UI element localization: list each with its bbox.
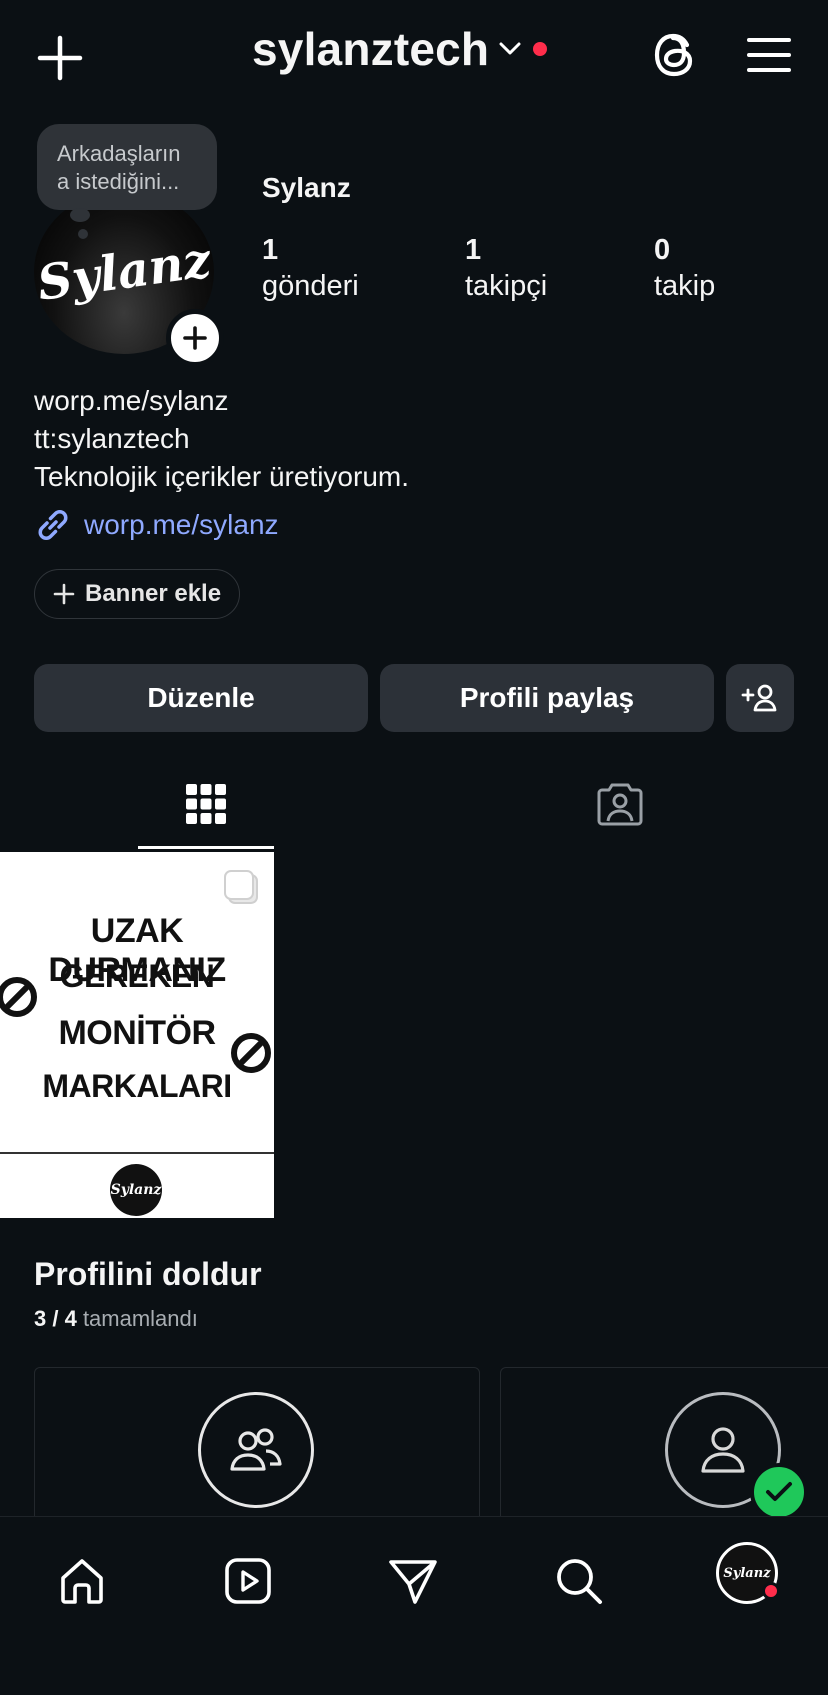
complete-profile-progress: 3 / 4 tamamlandı	[34, 1306, 198, 1332]
avatar-logo-text: Sylanz	[34, 232, 214, 312]
plus-icon	[53, 583, 85, 605]
post-logo: Sylanz	[110, 1164, 162, 1216]
followers-stat[interactable]: 1 takipçi	[465, 232, 547, 304]
progress-suffix: tamamlandı	[82, 1306, 198, 1331]
followers-label: takipçi	[465, 270, 548, 302]
posts-label: gönderi	[262, 270, 359, 302]
prohibited-icon	[230, 1032, 272, 1074]
profile-link[interactable]: worp.me/sylanz	[34, 506, 279, 544]
posts-stat[interactable]: 1 gönderi	[262, 232, 359, 304]
create-plus-icon[interactable]	[30, 28, 90, 88]
account-switcher[interactable]: sylanztech	[252, 22, 548, 76]
display-name: Sylanz	[262, 172, 351, 203]
active-tab-indicator	[138, 846, 274, 849]
note-bubble-tail	[70, 208, 90, 222]
grid-icon	[186, 784, 226, 824]
edit-profile-label: Düzenle	[147, 682, 255, 713]
add-banner-label: Banner ekle	[85, 580, 222, 607]
edit-profile-button[interactable]: Düzenle	[34, 664, 368, 732]
nav-home-icon[interactable]	[47, 1546, 117, 1616]
username-title: sylanztech	[252, 23, 490, 75]
prohibited-icon	[0, 976, 38, 1018]
nav-avatar-text: Sylanz	[723, 1565, 771, 1581]
progress-count: 3 / 4	[34, 1306, 77, 1331]
notification-dot	[533, 42, 548, 56]
threads-icon[interactable]	[644, 24, 706, 86]
bio-line: Teknolojik içerikler üretiyorum.	[34, 461, 410, 492]
nav-reels-icon[interactable]	[213, 1546, 283, 1616]
note-bubble[interactable]: Arkadaşların a istediğini...	[37, 124, 217, 210]
followers-count: 1	[465, 234, 482, 266]
completed-check-icon	[750, 1463, 808, 1521]
link-icon	[34, 506, 84, 544]
add-banner-button[interactable]: Banner ekle	[34, 569, 241, 619]
following-label: takip	[654, 270, 716, 302]
share-profile-label: Profili paylaş	[459, 682, 635, 713]
share-profile-button[interactable]: Profili paylaş	[380, 664, 714, 732]
notification-dot	[762, 1582, 780, 1600]
find-people-card[interactable]	[34, 1367, 480, 1527]
link-text: worp.me/sylanz	[84, 509, 279, 540]
nav-search-icon[interactable]	[544, 1546, 614, 1616]
people-icon	[198, 1392, 314, 1508]
following-stat[interactable]: 0 takip	[654, 232, 715, 304]
multi-post-icon	[222, 868, 260, 906]
post-text-line: GEREKEN	[59, 958, 215, 994]
bio: worp.me/sylanz tt:sylanztech Teknolojik …	[34, 382, 409, 496]
tab-posts-grid[interactable]	[170, 774, 242, 834]
note-bubble-tail-small	[78, 229, 88, 239]
note-text: Arkadaşların a istediğini...	[57, 141, 181, 194]
post-divider	[0, 1152, 274, 1154]
menu-hamburger-icon[interactable]	[738, 26, 800, 84]
following-count: 0	[654, 234, 671, 266]
tab-tagged[interactable]	[584, 774, 656, 834]
tagged-person-icon	[596, 781, 644, 827]
add-story-plus-icon[interactable]	[166, 309, 224, 367]
chevron-down-icon	[499, 42, 521, 56]
discover-people-button[interactable]	[726, 664, 794, 732]
complete-profile-title: Profilini doldur	[34, 1256, 262, 1292]
posts-count: 1	[262, 234, 279, 266]
add-person-icon	[741, 683, 779, 713]
nav-direct-messages-icon[interactable]	[378, 1546, 448, 1616]
post-thumbnail[interactable]: UZAK DURMANIZ GEREKEN MONİTÖR MARKALARI …	[0, 852, 274, 1218]
bio-line: worp.me/sylanz	[34, 385, 229, 416]
bio-line: tt:sylanztech	[34, 423, 190, 454]
